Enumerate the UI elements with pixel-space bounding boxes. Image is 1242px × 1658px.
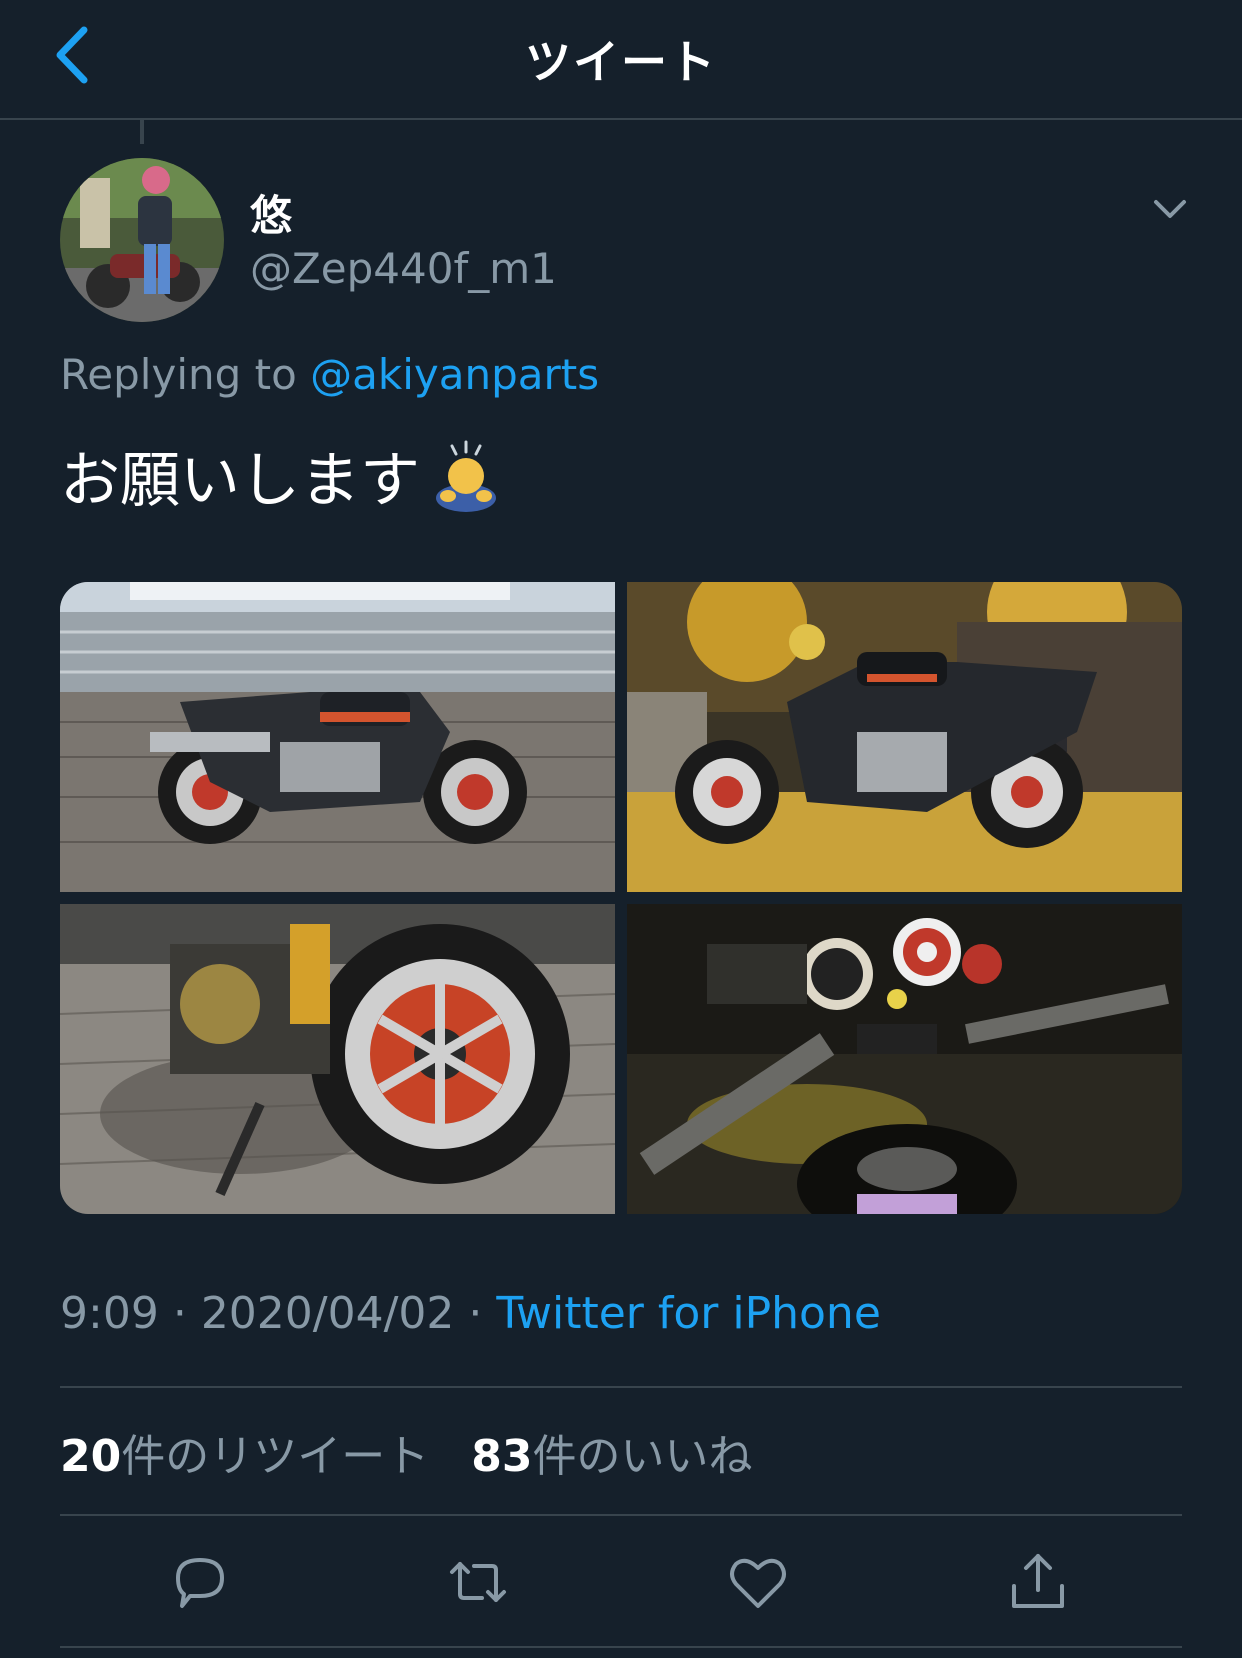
chevron-down-icon: [1154, 200, 1186, 218]
retweets-label: 件のリツイート: [121, 1431, 430, 1482]
reply-button[interactable]: [168, 1550, 232, 1614]
divider: [60, 1646, 1182, 1648]
likes-count: 83: [471, 1431, 533, 1482]
handlebar-gauges-photo: [627, 904, 1182, 1214]
reply-icon: [176, 1558, 224, 1608]
tweet-stats: 20件のリツイート 83件のいいね: [60, 1420, 780, 1484]
reply-mention-link[interactable]: @akiyanparts: [310, 350, 599, 399]
rear-wheel-closeup-photo: [60, 904, 615, 1214]
meta-separator: ·: [172, 1288, 187, 1339]
tweet-source-link[interactable]: Twitter for iPhone: [496, 1288, 880, 1339]
thread-connector: [140, 120, 144, 144]
avatar[interactable]: [60, 158, 224, 322]
action-bar: [0, 1550, 1242, 1614]
tweet-date: 2020/04/02: [200, 1288, 455, 1339]
user-handle[interactable]: @Zep440f_m1: [250, 244, 557, 293]
motorcycle-autumn-leaves-photo: [627, 582, 1182, 892]
display-name[interactable]: 悠: [250, 182, 292, 243]
divider: [60, 1386, 1182, 1388]
like-icon: [730, 1558, 786, 1608]
retweet-button[interactable]: [446, 1550, 510, 1614]
tweet-body: お願いします: [60, 446, 420, 516]
person-bowing-emoji: [436, 440, 496, 512]
photo-2[interactable]: [627, 582, 1182, 892]
tweet-time: 9:09: [60, 1288, 159, 1339]
retweets-count: 20: [60, 1431, 122, 1482]
photo-3[interactable]: [60, 904, 615, 1214]
replying-to: Replying to @akiyanparts: [60, 350, 599, 399]
retweets-stat[interactable]: 20件のリツイート: [60, 1431, 429, 1482]
replying-prefix: Replying to: [60, 350, 297, 399]
photo-grid: [60, 582, 1182, 1214]
more-options-button[interactable]: [1150, 192, 1190, 224]
tweet-meta: 9:09 · 2020/04/02 · Twitter for iPhone: [60, 1288, 881, 1339]
like-button[interactable]: [726, 1550, 790, 1614]
avatar-photo: [60, 158, 224, 322]
meta-separator-2: ·: [468, 1288, 483, 1339]
photo-1[interactable]: [60, 582, 615, 892]
likes-label: 件のいいね: [532, 1431, 753, 1482]
top-bar: ツイート: [0, 0, 1242, 120]
photo-4[interactable]: [627, 904, 1182, 1214]
likes-stat[interactable]: 83件のいいね: [471, 1431, 752, 1482]
share-button[interactable]: [1006, 1550, 1070, 1614]
page-title: ツイート: [525, 35, 717, 89]
motorcycle-on-boardwalk-photo: [60, 582, 615, 892]
divider: [60, 1514, 1182, 1516]
tweet-text: お願いします: [60, 432, 502, 519]
share-icon: [1012, 1554, 1064, 1608]
retweet-icon: [450, 1562, 506, 1602]
